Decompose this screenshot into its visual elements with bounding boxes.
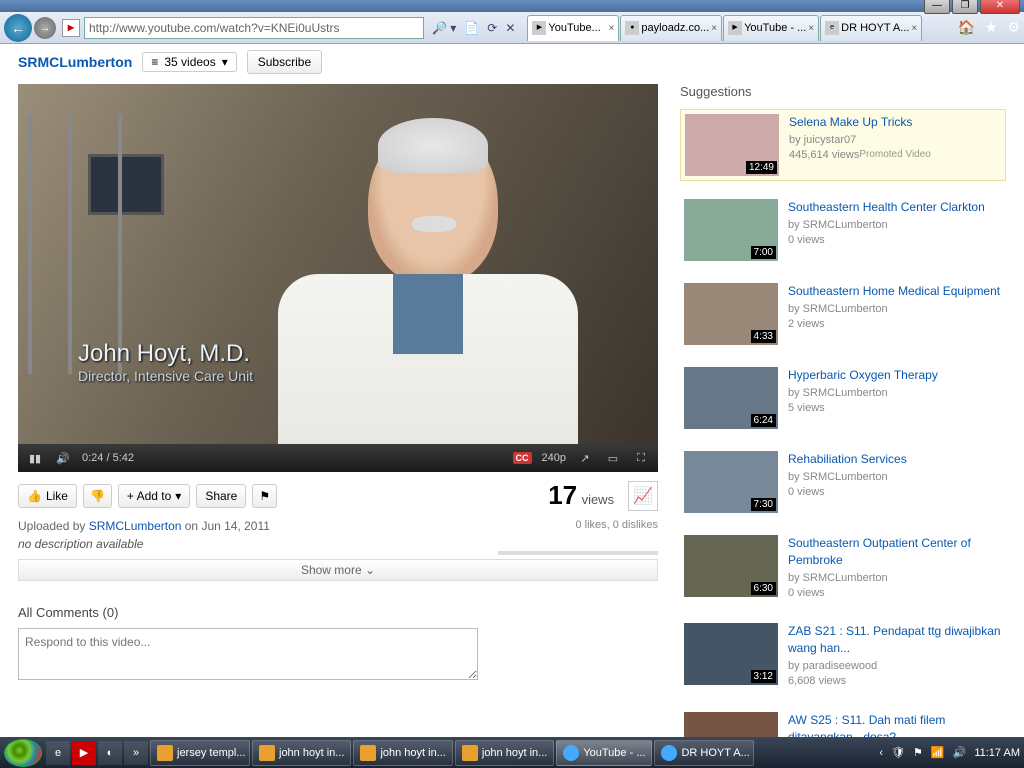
quality-button[interactable]: 240p [542,452,566,464]
time-display: 0:24 / 5:42 [82,452,134,464]
refresh-icon[interactable]: ⟳ [487,21,497,35]
comments-header: All Comments (0) [18,605,658,620]
cc-button[interactable]: CC [513,452,532,464]
address-bar[interactable] [84,17,424,39]
suggestion-thumb[interactable]: 6:24 [684,367,778,429]
suggestion-thumb[interactable]: 12:49 [685,114,779,176]
start-button[interactable] [4,739,42,767]
video-count-dropdown[interactable]: ≡35 videos▾ [142,52,236,72]
clock[interactable]: 11:17 AM [974,747,1020,759]
suggestion-item[interactable]: 7:00Southeastern Health Center Clarktonb… [680,195,1006,265]
compat-icon[interactable]: 📄 [464,21,479,35]
pause-button[interactable]: ▮▮ [26,452,44,465]
taskbar-button[interactable]: john hoyt in... [353,740,452,766]
suggestion-title[interactable]: AW S25 : S11. Dah mati filem ditayangkan… [788,712,1002,737]
view-count: 17 views [548,480,614,511]
browser-tab[interactable]: ▶YouTube - ...× [723,15,819,41]
maximize-button[interactable]: ❐ [952,0,978,14]
back-button[interactable]: ← [4,14,32,42]
suggestion-title[interactable]: Southeastern Outpatient Center of Pembro… [788,535,1002,569]
forward-button[interactable]: → [34,17,56,39]
suggestion-item[interactable]: 12:49Selena Make Up Tricksby juicystar07… [680,109,1006,181]
browser-tab[interactable]: ●payloadz.co...× [620,15,722,41]
suggestion-item[interactable]: 6:30 Southeastern Outpatient Center of Pe… [680,531,1006,605]
tab-close-icon[interactable]: × [808,23,814,34]
suggestion-thumb[interactable]: 3:12 [684,623,778,685]
suggestion-item[interactable]: 6:24Hyperbaric Oxygen Therapyby SRMCLumb… [680,363,1006,433]
suggestion-thumb[interactable]: 6:30 [684,535,778,597]
pinned-yt-icon[interactable]: ▶ [72,741,96,765]
stats-button[interactable]: 📈 [628,481,658,511]
taskbar-button[interactable]: jersey templ... [150,740,250,766]
suggestion-item[interactable]: 3:12 ZAB S21 : S11. Pendapat ttg diwajibk… [680,619,1006,693]
pinned-chrome-icon[interactable]: ◐ [98,741,122,765]
video-description: no description available [18,537,658,551]
flag-button[interactable]: ⚑ [252,484,277,508]
subscribe-button[interactable]: Subscribe [247,50,322,74]
expand-button[interactable]: ▭ [604,452,622,465]
suggestion-title[interactable]: Selena Make Up Tricks [789,114,931,131]
suggestion-title[interactable]: ZAB S21 : S11. Pendapat ttg diwajibkan w… [788,623,1002,657]
close-button[interactable]: ✕ [980,0,1020,14]
dislike-button[interactable]: 👎 [83,484,112,508]
tray-flag-icon[interactable]: ⚑ [913,746,923,759]
channel-link[interactable]: SRMCLumberton [18,54,132,70]
search-dropdown-icon[interactable]: 🔎 ▾ [432,21,456,35]
fullscreen-button[interactable]: ⛶ [632,452,650,465]
like-button[interactable]: 👍 Like [18,484,77,508]
suggestion-item[interactable]: 4:33Southeastern Home Medical Equipmentb… [680,279,1006,349]
suggestion-item[interactable]: AW S25 : S11. Dah mati filem ditayangkan… [680,708,1006,737]
popout-button[interactable]: ↗ [576,452,594,465]
taskbar-button[interactable]: DR HOYT A... [654,740,754,766]
favorites-icon[interactable]: ★ [985,19,998,36]
video-lower-third: John Hoyt, M.D. Director, Intensive Care… [78,340,253,384]
suggestion-title[interactable]: Southeastern Home Medical Equipment [788,283,1000,300]
tab-close-icon[interactable]: × [711,23,717,34]
addto-button[interactable]: + Add to ▾ [118,484,190,508]
tray-network-icon[interactable]: 📶 [931,746,945,759]
volume-button[interactable]: 🔊 [54,452,72,465]
window-titlebar: — ❐ ✕ [0,0,1024,12]
taskbar: e ▶ ◐ » jersey templ...john hoyt in...jo… [0,737,1024,768]
tray-volume-icon[interactable]: 🔊 [953,746,967,759]
likes-bar [498,551,658,555]
show-more-button[interactable]: Show more ⌄ [18,559,658,581]
minimize-button[interactable]: — [924,0,950,14]
player-controls: ▮▮ 🔊 0:24 / 5:42 CC 240p ↗ ▭ ⛶ [18,444,658,472]
suggestion-title[interactable]: Rehabiliation Services [788,451,907,468]
tab-close-icon[interactable]: × [911,23,917,34]
pinned-ie-icon[interactable]: e [46,741,70,765]
suggestion-thumb[interactable]: 4:33 [684,283,778,345]
browser-tab[interactable]: ▶YouTube...× [527,15,619,41]
site-favicon: ▶ [62,19,80,37]
tray-shield-icon[interactable]: 🛡 [891,746,905,759]
tab-close-icon[interactable]: × [609,23,615,34]
suggestion-title[interactable]: Hyperbaric Oxygen Therapy [788,367,938,384]
home-icon[interactable]: 🏠 [957,19,974,36]
stop-icon[interactable]: ✕ [505,21,515,35]
suggestion-thumb[interactable] [684,712,778,737]
browser-toolbar: ← → ▶ 🔎 ▾ 📄 ⟳ ✕ ▶YouTube...×●payloadz.co… [0,12,1024,44]
taskbar-button[interactable]: john hoyt in... [455,740,554,766]
suggestion-thumb[interactable]: 7:00 [684,199,778,261]
suggestions-heading: Suggestions [680,84,1006,99]
share-button[interactable]: Share [196,484,246,508]
suggestion-thumb[interactable]: 7:30 [684,451,778,513]
taskbar-button[interactable]: YouTube - ... [556,740,652,766]
uploader-link[interactable]: SRMCLumberton [89,519,182,533]
video-player[interactable]: John Hoyt, M.D. Director, Intensive Care… [18,84,658,444]
tray-chevron-icon[interactable]: ‹ [879,747,883,759]
pinned-expand-icon[interactable]: » [124,741,148,765]
tools-icon[interactable]: ⚙ [1007,19,1020,36]
browser-tab[interactable]: eDR HOYT A...× [820,15,922,41]
comment-input[interactable] [18,628,478,680]
taskbar-button[interactable]: john hoyt in... [252,740,351,766]
suggestion-item[interactable]: 7:30Rehabiliation Servicesby SRMCLumbert… [680,447,1006,517]
suggestion-title[interactable]: Southeastern Health Center Clarkton [788,199,985,216]
